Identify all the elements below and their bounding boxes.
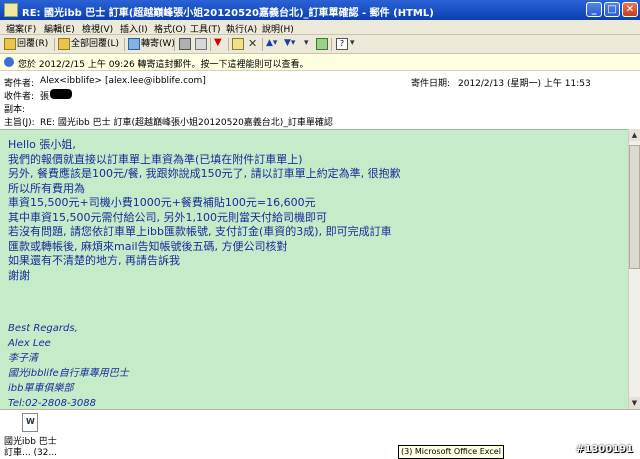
toolbar-separator [262, 38, 263, 51]
toolbar-separator [331, 38, 332, 51]
toolbar-separator [210, 38, 211, 51]
menu-help[interactable]: 說明(H) [262, 22, 294, 35]
title-bar[interactable]: RE: 國光ibb 巴士 訂車(超越巔峰張小姐20120520嘉義台北)_訂車單… [0, 0, 640, 20]
subject-value: RE: 國光ibb 巴士 訂車(超越巔峰張小姐20120520嘉義台北)_訂車單… [40, 118, 333, 128]
toolbar-separator [124, 38, 125, 51]
menu-file[interactable]: 檔案(F) [6, 22, 36, 35]
vertical-scrollbar[interactable]: ▲ ▼ [628, 129, 640, 409]
menu-format[interactable]: 格式(O) [154, 22, 186, 35]
cc-label: 副本: [4, 105, 26, 115]
info-bar[interactable]: 您於 2012/2/15 上午 09:26 轉寄這封郵件。按一下這裡能則可以查看… [0, 54, 640, 71]
close-button[interactable]: ✕ [622, 2, 638, 17]
message-line: 另外, 餐費應該是100元/餐, 我跟妳說成150元了, 請以訂車單上約定為準,… [8, 167, 401, 180]
toolbar: 回覆(R) 全部回覆(L) 轉寄(W) ▼ ✕ ▲▾ ▼▾ ▾ ? ▾ [0, 35, 640, 54]
message-text: Hello 張小姐, 我們的報價就直接以訂車單上車資為準(已填在附件訂車單上) … [8, 138, 401, 283]
message-line: 其中車資15,500元需付給公司, 另外1,100元則當天付給司機即可 [8, 210, 327, 224]
signature-line: 國光ibblife自行車專用巴士 [8, 368, 129, 379]
signature: Best Regards, Alex Lee 李子清 國光ibblife自行車專… [8, 321, 129, 409]
mail-app-icon [4, 3, 18, 17]
flag-icon[interactable]: ▼ [214, 38, 226, 50]
forward-button[interactable]: 轉寄(W) [141, 37, 175, 51]
message-line: 匯款或轉帳後, 麻煩來mail告知帳號後五碼, 方便公司核對 [8, 239, 288, 253]
sent-label: 寄件日期: [411, 79, 451, 89]
toolbar-separator [228, 38, 229, 51]
reply-all-icon [58, 38, 70, 50]
to-label: 收件者: [4, 92, 35, 102]
from-value[interactable]: Alex<ibblife> [alex.lee@ibblife.com] [40, 76, 206, 86]
info-bar-text: 您於 2012/2/15 上午 09:26 轉寄這封郵件。按一下這裡能則可以查看… [18, 60, 309, 70]
scroll-thumb[interactable] [629, 145, 640, 269]
maximize-button[interactable]: □ [604, 2, 620, 17]
message-line: 謝謝 [8, 268, 30, 282]
reply-button[interactable]: 回覆(R) [17, 37, 48, 51]
scroll-up-button[interactable]: ▲ [629, 129, 640, 141]
delete-icon[interactable]: ✕ [248, 38, 260, 50]
word-document-icon[interactable] [22, 413, 38, 432]
message-line: 若沒有問題, 請您依訂車單上ibb匯款帳號, 支付訂金(車資的3成), 即可完成… [8, 225, 392, 238]
next-item-icon[interactable]: ▼▾ [284, 38, 296, 50]
message-headers: 寄件者: Alex<ibblife> [alex.lee@ibblife.com… [0, 71, 640, 129]
reply-all-button[interactable]: 全部回覆(L) [71, 37, 119, 51]
help-icon[interactable]: ? [336, 38, 348, 50]
taskbar-tooltip: (3) Microsoft Office Excel [398, 445, 504, 459]
to-value[interactable]: 張 [40, 89, 49, 102]
subject-label: 主旨(J): [4, 118, 35, 128]
signature-line: Best Regards, [8, 323, 78, 334]
message-line: 我們的報價就直接以訂車單上車資為準(已填在附件訂車單上) [8, 152, 303, 166]
signature-line: ibb單車俱樂部 [8, 383, 74, 394]
message-line: Hello 張小姐, [8, 138, 76, 151]
message-body[interactable]: Hello 張小姐, 我們的報價就直接以訂車單上車資為準(已填在附件訂車單上) … [0, 129, 628, 409]
redacted-recipient [50, 89, 72, 99]
from-label: 寄件者: [4, 79, 35, 89]
forward-icon [128, 38, 140, 50]
signature-line: Tel:02-2808-3088 [8, 398, 97, 409]
signature-line: Alex Lee [8, 338, 51, 349]
menu-actions[interactable]: 執行(A) [226, 22, 257, 35]
info-icon [4, 57, 14, 67]
folder-icon[interactable] [232, 38, 244, 50]
move-to-folder-icon[interactable] [195, 38, 207, 50]
message-line: 所以所有費用為 [8, 181, 85, 195]
previous-item-icon[interactable]: ▲▾ [266, 38, 278, 50]
menu-view[interactable]: 檢視(V) [82, 22, 113, 35]
message-line: 車資15,500元+司機小費1000元+餐費補貼100元=16,600元 [8, 196, 316, 209]
attachment-name-size[interactable]: 訂車... (32... [4, 445, 57, 458]
menu-tools[interactable]: 工具(T) [190, 22, 221, 35]
sent-value: 2012/2/13 (星期一) 上午 11:53 [458, 79, 591, 89]
menu-bar: 檔案(F) 編輯(E) 檢視(V) 插入(I) 格式(O) 工具(T) 執行(A… [0, 20, 640, 35]
window-title: RE: 國光ibb 巴士 訂車(超越巔峰張小姐20120520嘉義台北)_訂車單… [22, 8, 434, 19]
menu-insert[interactable]: 插入(I) [120, 22, 148, 35]
address-book-icon[interactable] [316, 38, 328, 50]
reply-icon [4, 38, 16, 50]
toolbar-options-icon[interactable]: ▾ [350, 38, 362, 50]
message-line: 如果還有不清楚的地方, 再請告訴我 [8, 254, 180, 267]
signature-line: 李子清 [8, 353, 38, 364]
toolbar-separator [174, 38, 175, 51]
scroll-down-button[interactable]: ▼ [629, 397, 640, 409]
menu-edit[interactable]: 編輯(E) [44, 22, 75, 35]
watermark: #1300191 [576, 444, 634, 455]
attachment-pane: 國光ibb 巴士 訂車... (32... [0, 409, 640, 459]
minimize-button[interactable]: _ [586, 2, 602, 17]
toolbar-separator [54, 38, 55, 51]
print-icon[interactable] [179, 38, 191, 50]
dropdown-arrow-icon[interactable]: ▾ [304, 38, 316, 50]
